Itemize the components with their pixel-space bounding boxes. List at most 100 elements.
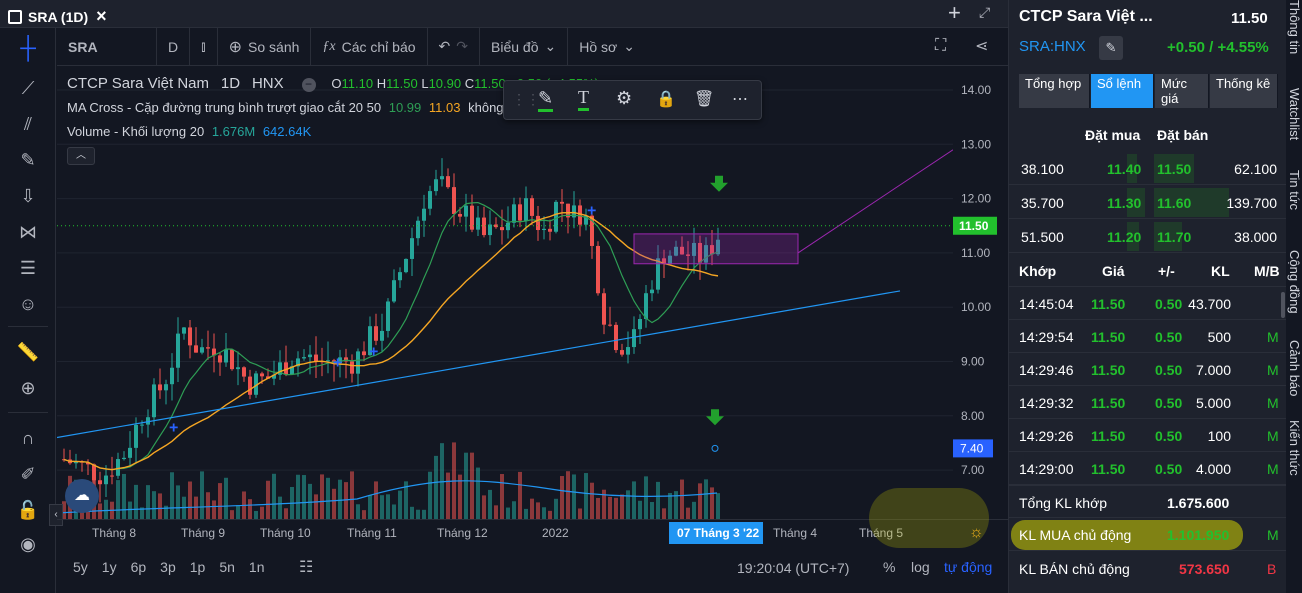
brush-icon[interactable]: ✎ (16, 148, 40, 172)
panel-tab-0[interactable]: Tổng hợp (1019, 74, 1090, 108)
text-icon[interactable]: T (578, 87, 589, 111)
edit-icon[interactable]: ✎ (1099, 36, 1123, 60)
trade-row[interactable]: 14:29:32 11.50 0.50 5.000 M (1009, 386, 1287, 419)
close-icon[interactable]: × (96, 6, 107, 27)
candle-body (536, 215, 540, 231)
volume-bar (656, 481, 660, 519)
drag-handle-icon[interactable]: ⋮⋮ (512, 91, 540, 108)
volume-bar (590, 482, 594, 519)
volume-bar (302, 475, 306, 519)
time-axis[interactable]: Tháng 8 Tháng 9 Tháng 10 Tháng 11 Tháng 12 20… (57, 519, 1008, 545)
orderbook-row[interactable]: 51.500 11.20 11.70 38.000 (1009, 220, 1287, 253)
candle-body (428, 191, 432, 209)
candle-body (356, 351, 360, 374)
pencil-icon[interactable]: ✎ (538, 88, 554, 112)
ma-slow-value: 11.03 (428, 100, 461, 115)
trash-icon[interactable]: 🗑 (694, 89, 714, 109)
zoom-in-icon[interactable]: ⊕ (16, 376, 40, 400)
volume-bar (356, 504, 360, 519)
trade-row[interactable]: 14:29:26 11.50 0.50 100 M (1009, 419, 1287, 452)
candle-body (440, 176, 444, 180)
add-tab-icon[interactable]: + (948, 0, 961, 26)
range-1p[interactable]: 1p (190, 559, 206, 575)
side-tab-3[interactable]: Cộng đồng (1286, 250, 1302, 330)
orderbook-row[interactable]: 38.100 11.40 11.50 62.100 (1009, 152, 1287, 185)
auto-toggle[interactable]: tự động (944, 559, 992, 575)
emoji-icon[interactable]: ☺ (16, 292, 40, 316)
compare-button[interactable]: ⊕ So sánh (218, 27, 312, 66)
chart-overlay-blob (869, 488, 989, 548)
panel-ticker[interactable]: SRA:HNX (1019, 38, 1086, 55)
minus-icon[interactable]: − (301, 78, 316, 92)
volume-bar (500, 474, 504, 519)
trade-time: 14:29:00 (1019, 461, 1074, 477)
range-5n[interactable]: 5n (219, 559, 235, 575)
range-5y[interactable]: 5y (73, 559, 88, 575)
drawing-toolbar: ┼ ⟋ ⫽ ✎ ⇩ ⋈ ☰ ☺ 📏 ⊕ ∩ ✐ 🔓 ◉ (0, 28, 56, 593)
candle-body (626, 347, 630, 355)
panel-tab-1[interactable]: Sổ lệnh (1091, 74, 1154, 108)
crosshair-icon[interactable]: ┼ (16, 35, 40, 60)
symbol-search[interactable]: SRA (57, 27, 157, 66)
panel-tab-3[interactable]: Thống kê (1210, 74, 1278, 108)
indicators-button[interactable]: ƒx Các chỉ báo (311, 27, 428, 66)
volume-bar (476, 467, 480, 519)
chart-tab[interactable]: SRA (1D) × (8, 6, 107, 27)
calendar-icon[interactable]: ☷ (299, 557, 313, 577)
pattern-icon[interactable]: ⋈ (16, 220, 40, 244)
lock-icon[interactable]: 🔒 (656, 89, 676, 109)
unlock-icon[interactable]: 🔓 (16, 498, 40, 522)
collapse-legend-button[interactable]: ︿ (67, 147, 95, 165)
fullscreen-icon[interactable]: ⛶ (935, 37, 946, 55)
undo-icon[interactable]: ↶ (439, 38, 451, 55)
interval-button[interactable]: D (157, 27, 191, 66)
side-tab-5[interactable]: Kiến thức (1286, 420, 1302, 490)
trade-row[interactable]: 14:29:00 11.50 0.50 4.000 M (1009, 452, 1287, 485)
orderbook-row[interactable]: 35.700 11.30 11.60 139.700 (1009, 186, 1287, 219)
candle-body (554, 201, 558, 232)
ma-fast-value: 10.99 (388, 100, 422, 115)
arrow-down-marker (710, 175, 728, 192)
trade-row[interactable]: 14:29:46 11.50 0.50 7.000 M (1009, 353, 1287, 386)
profile-menu[interactable]: Hồ sơ ⌄ (568, 28, 646, 66)
candle-type-button[interactable]: ⫾ (190, 27, 218, 66)
magnet-icon[interactable]: ∩ (16, 426, 40, 450)
more-icon[interactable]: ⋯ (732, 89, 748, 109)
side-tab-4[interactable]: Cảnh báo (1286, 340, 1302, 410)
side-tab-1[interactable]: Watchlist (1286, 88, 1302, 158)
range-3p[interactable]: 3p (160, 559, 176, 575)
percent-toggle[interactable]: % (883, 559, 895, 575)
ob-bvol: 35.700 (1021, 195, 1064, 211)
range-6p[interactable]: 6p (131, 559, 147, 575)
price-axis[interactable]: 14.00 13.00 12.00 11.00 10.00 9.00 8.00 7.00 11.… (953, 67, 1008, 519)
chart-type-menu[interactable]: Biểu đồ ⌄ (480, 27, 569, 66)
arrow-down-icon[interactable]: ⇩ (16, 184, 40, 208)
chart-pane[interactable]: + + + + CTCP Sara Việt Nam 1D HNX − O11.10 … (49, 67, 954, 526)
volume-bar (122, 473, 126, 519)
candle-body (482, 217, 486, 236)
log-toggle[interactable]: log (911, 559, 930, 575)
trades-scrollbar[interactable] (1281, 292, 1285, 318)
expand-icon[interactable]: ⤢ (979, 4, 990, 21)
side-tab-2[interactable]: Tin tức (1286, 170, 1302, 230)
volume-bar (560, 476, 564, 519)
lock-draw-icon[interactable]: ✐ (16, 462, 40, 486)
share-icon[interactable]: ⋖ (975, 36, 988, 56)
trendline-icon[interactable]: ⟋ (16, 76, 40, 100)
undo-redo[interactable]: ↶ ↷ (428, 27, 481, 66)
side-tab-0[interactable]: Thông tin (1286, 0, 1302, 70)
trade-row[interactable]: 14:29:54 11.50 0.50 500 M (1009, 320, 1287, 353)
range-1n[interactable]: 1n (249, 559, 265, 575)
settings-icon[interactable]: ⚙ (616, 88, 632, 109)
ruler-lines-icon[interactable]: ☰ (16, 256, 40, 280)
projection-line (797, 149, 954, 254)
panel-tab-2[interactable]: Mức giá (1155, 74, 1209, 108)
candle-body (374, 326, 378, 341)
redo-icon[interactable]: ↷ (456, 38, 468, 55)
trade-row[interactable]: 14:45:04 11.50 0.50 43.700 (1009, 287, 1287, 320)
measure-icon[interactable]: 📏 (16, 340, 40, 364)
fib-icon[interactable]: ⫽ (16, 112, 40, 136)
range-1y[interactable]: 1y (102, 559, 117, 575)
candle-body (452, 187, 456, 214)
eye-icon[interactable]: ◉ (16, 532, 40, 556)
